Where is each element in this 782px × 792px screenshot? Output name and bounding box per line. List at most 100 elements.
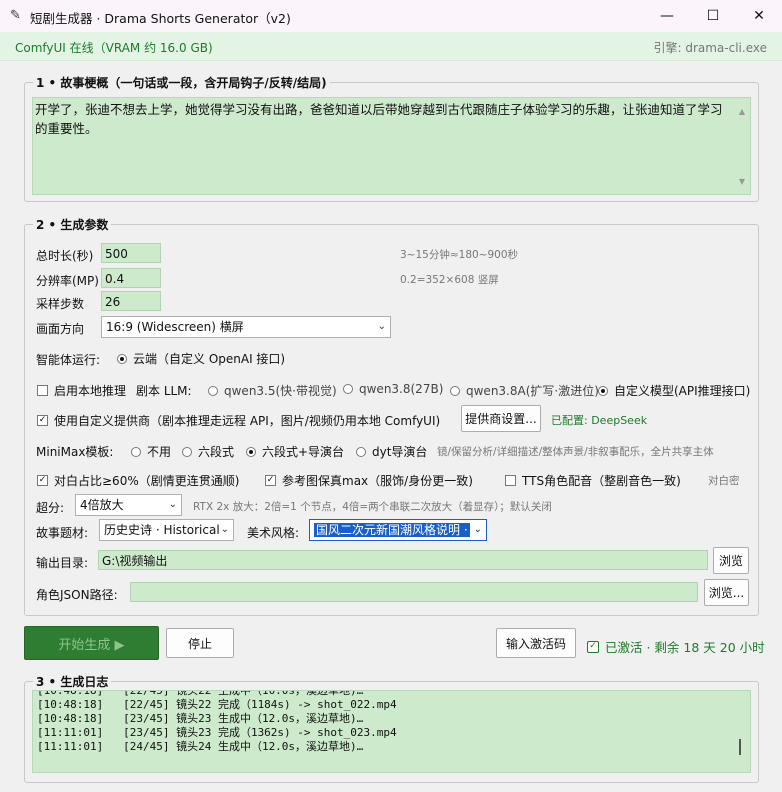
log-group-title: 3 • 生成日志 (33, 673, 112, 690)
duration-hint: 3~15分钟≈180~900秒 (400, 249, 519, 261)
radio-selected-icon (117, 353, 127, 364)
log-line: [10:48:18] [23/45] 镜头23 生成中（12.0s，溪边草地)… (37, 712, 364, 725)
agent-cloud-radio[interactable]: 云端（自定义 OpenAI 接口) (117, 350, 285, 367)
log-line: [10:48:18] [22/45] 镜头22 完成（1184s) -> sho… (37, 698, 397, 711)
agent-run-label: 智能体运行: (36, 353, 101, 367)
chevron-down-icon: ⌄ (377, 321, 386, 332)
custom-provider-checkbox[interactable]: ✓ 使用自定义提供商（剧本推理走远程 API，图片/视频仍用本地 ComfyUI… (37, 412, 440, 429)
tts-checkbox[interactable]: TTS角色配音（整剧音色一致) (505, 472, 681, 489)
log-line: [11:11:01] [23/45] 镜头23 完成（1362s) -> sho… (37, 726, 397, 739)
check-icon: ✓ (587, 640, 599, 653)
minimax-label: MiniMax模板: (36, 445, 114, 459)
scroll-down-icon[interactable]: ▼ (739, 172, 745, 191)
orientation-value: 16:9 (Widescreen) 横屏 (106, 320, 244, 334)
log-scrollbar-thumb[interactable] (739, 739, 741, 755)
browse-char-json-button[interactable]: 浏览... (704, 579, 749, 606)
steps-input[interactable]: 26 (101, 291, 161, 311)
params-group-title: 2 • 生成参数 (33, 216, 112, 233)
minimax-option-label: dyt导演台 (372, 445, 428, 459)
style-label: 美术风格: (247, 526, 300, 540)
minimax-hint: 镜/保留分析/详细描述/整体声景/非叙事配乐，全片共享主体 (437, 446, 714, 458)
genre-value: 历史史诗 · Historical (104, 523, 220, 537)
resolution-hint: 0.2=352×608 竖屏 (400, 274, 499, 286)
upscale-select[interactable]: 4倍放大 ⌄ (75, 494, 182, 516)
llm-option-label: qwen3.5(快·带视觉) (224, 384, 337, 398)
genre-label: 故事题材: (36, 526, 89, 540)
minimax-option-six-director[interactable]: 六段式+导演台 (246, 443, 344, 460)
log-line: [11:11:01] [24/45] 镜头24 生成中（12.0s，溪边草地)… (37, 740, 364, 753)
activation-status: ✓ 已激活 · 剩余 18 天 20 小时 (587, 637, 765, 656)
style-value: 国风二次元新国潮风格说明 · (314, 523, 470, 537)
output-dir-input[interactable]: G:\视频输出 (98, 550, 708, 570)
checkbox-unchecked-icon (505, 475, 516, 486)
radio-icon (450, 385, 460, 396)
stop-button[interactable]: 停止 (166, 628, 234, 658)
orientation-select[interactable]: 16:9 (Widescreen) 横屏 ⌄ (101, 316, 391, 338)
llm-option-qwen35[interactable]: qwen3.5(快·带视觉) (208, 382, 337, 399)
checkbox-checked-icon: ✓ (265, 475, 276, 486)
output-dir-label: 输出目录: (36, 556, 89, 570)
llm-option-label: qwen3.8A(扩写·激进位) (466, 384, 599, 398)
resolution-input[interactable]: 0.4 (101, 268, 161, 288)
close-button[interactable]: ✕ (736, 0, 782, 32)
tts-label: TTS角色配音（整剧音色一致) (522, 474, 681, 488)
maximize-button[interactable]: ☐ (690, 0, 736, 32)
status-bar: ComfyUI 在线（VRAM 约 16.0 GB) 引擎: drama-cli… (0, 32, 782, 61)
minimax-option-none[interactable]: 不用 (131, 443, 171, 460)
browse-output-button[interactable]: 浏览 (713, 547, 749, 574)
upscale-value: 4倍放大 (80, 498, 124, 512)
agent-cloud-label: 云端（自定义 OpenAI 接口) (133, 352, 286, 366)
tts-hint: 对白密 (708, 475, 740, 487)
story-textarea[interactable]: 开学了，张迪不想去上学，她觉得学习没有出路，爸爸知道以后带她穿越到古代跟随庄子体… (32, 97, 751, 195)
provider-settings-button[interactable]: 提供商设置... (461, 405, 541, 432)
story-group-title: 1 • 故事梗概（一句话或一段，含开局钩子/反转/结局) (33, 74, 330, 91)
checkbox-unchecked-icon (37, 385, 48, 396)
log-textarea[interactable]: [10:48:18] [22/45] 镜头22 生成中（10.0s，溪边草地)…… (32, 690, 751, 773)
log-line: [10:48:18] [22/45] 镜头22 生成中（10.0s，溪边草地)… (37, 690, 364, 697)
script-llm-label: 剧本 LLM: (136, 384, 192, 398)
start-generate-button[interactable]: 开始生成 ▶ (24, 626, 159, 660)
llm-option-qwen38a[interactable]: qwen3.8A(扩写·激进位) (450, 382, 599, 399)
minimax-option-dyt[interactable]: dyt导演台 (356, 443, 427, 460)
resolution-label: 分辨率(MP) (36, 274, 99, 288)
scroll-up-icon[interactable]: ▲ (739, 102, 745, 121)
dialogue-label: 对白占比≥60%（剧情更连贯通顺) (54, 474, 240, 488)
chevron-down-icon: ⌄ (473, 524, 482, 535)
window-title: 短剧生成器 · Drama Shorts Generator（v2) (30, 11, 291, 26)
orientation-label: 画面方向 (36, 322, 85, 336)
dialogue-checkbox[interactable]: ✓ 对白占比≥60%（剧情更连贯通顺) (37, 472, 239, 489)
duration-label: 总时长(秒) (36, 249, 94, 263)
local-infer-label: 启用本地推理 (54, 384, 127, 398)
radio-icon (208, 385, 218, 396)
char-json-label: 角色JSON路径: (36, 588, 118, 602)
local-infer-checkbox[interactable]: 启用本地推理 (37, 382, 126, 399)
genre-select[interactable]: 历史史诗 · Historical ⌄ (99, 519, 234, 541)
llm-option-label: 自定义模型(API推理接口) (614, 384, 751, 398)
minimax-option-six[interactable]: 六段式 (182, 443, 234, 460)
app-feather-icon: ✎ (10, 8, 21, 23)
radio-icon (182, 446, 192, 457)
enter-activation-code-button[interactable]: 输入激活码 (496, 628, 576, 658)
reference-fidelity-label: 参考图保真max（服饰/身份更一致) (282, 474, 473, 488)
llm-option-custom[interactable]: 自定义模型(API推理接口) (598, 382, 750, 399)
style-select[interactable]: 国风二次元新国潮风格说明 · ⌄ (309, 519, 487, 541)
char-json-input[interactable] (130, 582, 698, 602)
window-titlebar[interactable]: ✎ 短剧生成器 · Drama Shorts Generator（v2) — ☐… (0, 0, 782, 32)
comfyui-status: ComfyUI 在线（VRAM 约 16.0 GB) (15, 41, 213, 55)
reference-fidelity-checkbox[interactable]: ✓ 参考图保真max（服饰/身份更一致) (265, 472, 473, 489)
radio-icon (131, 446, 141, 457)
checkbox-checked-icon: ✓ (37, 475, 48, 486)
minimax-option-label: 六段式+导演台 (262, 445, 345, 459)
radio-icon (343, 384, 353, 394)
upscale-label: 超分: (36, 501, 65, 515)
story-text: 开学了，张迪不想去上学，她觉得学习没有出路，爸爸知道以后带她穿越到古代跟随庄子体… (35, 102, 723, 136)
minimize-button[interactable]: — (644, 0, 690, 32)
duration-input[interactable]: 500 (101, 243, 161, 263)
engine-status: 引擎: drama-cli.exe (653, 41, 767, 55)
llm-option-qwen38[interactable]: qwen3.8(27B) (343, 382, 443, 396)
radio-icon (356, 446, 366, 457)
minimax-option-label: 六段式 (198, 445, 235, 459)
radio-selected-icon (246, 446, 256, 457)
checkbox-checked-icon: ✓ (37, 415, 48, 426)
activation-status-text: 已激活 · 剩余 18 天 20 小时 (605, 640, 765, 655)
